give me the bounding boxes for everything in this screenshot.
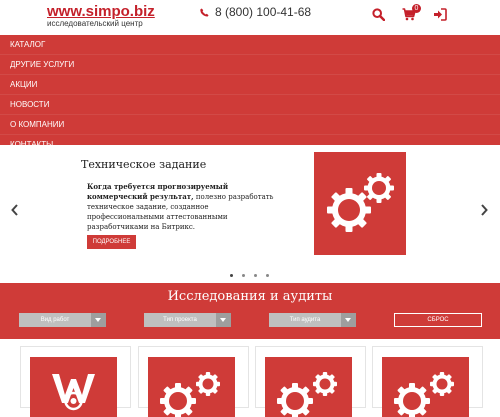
research-section: Исследования и аудиты Вид работ Тип прое… <box>0 283 500 339</box>
slider-dot[interactable] <box>266 274 269 277</box>
filter-label: Тип аудита <box>289 317 321 323</box>
filter-label: Тип проекта <box>163 317 197 323</box>
chevron-down-icon <box>216 313 231 327</box>
card-image <box>382 357 469 417</box>
main-nav: КАТАЛОГ ДРУГИЕ УСЛУГИ АКЦИИ НОВОСТИ О КО… <box>0 35 500 155</box>
filter-work-type-select[interactable]: Вид работ <box>19 313 106 327</box>
chevron-down-icon <box>341 313 356 327</box>
nav-item-catalog[interactable]: КАТАЛОГ <box>0 35 500 55</box>
site-header: www.simpo.biz исследовательский центр 8 … <box>0 0 500 34</box>
more-button[interactable]: ПОДРОБНЕЕ <box>87 235 136 249</box>
slide-title: Техническое задание <box>81 158 207 171</box>
gears-icon <box>277 372 337 417</box>
cart-button[interactable]: 0 <box>402 4 421 21</box>
logo-subtitle: исследовательский центр <box>47 19 143 28</box>
slider-dot[interactable] <box>242 274 245 277</box>
slider-dot[interactable] <box>230 274 233 277</box>
chevron-down-icon <box>91 313 106 327</box>
product-card[interactable] <box>372 346 483 417</box>
card-image <box>148 357 235 417</box>
phone-icon <box>200 8 209 17</box>
phone-block[interactable]: 8 (800) 100-41-68 <box>200 5 311 19</box>
research-title: Исследования и аудиты <box>167 289 333 304</box>
product-card[interactable] <box>138 346 249 417</box>
card-image <box>30 357 117 417</box>
gears-icon <box>327 173 394 232</box>
slider-dot[interactable] <box>254 274 257 277</box>
filter-audit-type-select[interactable]: Тип аудита <box>269 313 356 327</box>
slide-description: Когда требуется прогнозируемый коммерчес… <box>87 182 287 232</box>
slide-image <box>314 152 406 255</box>
cart-count-badge: 0 <box>412 4 421 13</box>
product-card[interactable] <box>255 346 366 417</box>
slider-prev-arrow[interactable] <box>9 202 21 218</box>
gears-icon <box>160 372 220 417</box>
filter-label: Вид работ <box>40 317 70 323</box>
gears-icon <box>394 372 454 417</box>
slider-next-arrow[interactable] <box>478 202 490 218</box>
product-card[interactable] <box>20 346 131 417</box>
login-icon[interactable] <box>433 8 447 21</box>
filter-project-type-select[interactable]: Тип проекта <box>144 313 231 327</box>
logo-title[interactable]: www.simpo.biz <box>47 4 155 19</box>
hero-slider: Техническое задание Когда требуется прог… <box>0 146 500 282</box>
brand-logo-icon <box>52 374 95 411</box>
search-icon[interactable] <box>372 8 385 21</box>
card-image <box>265 357 352 417</box>
nav-item-promotions[interactable]: АКЦИИ <box>0 75 500 95</box>
nav-item-about[interactable]: О КОМПАНИИ <box>0 115 500 135</box>
phone-number[interactable]: 8 (800) 100-41-68 <box>215 5 311 19</box>
site-logo[interactable]: www.simpo.biz исследовательский центр <box>47 4 155 29</box>
nav-item-other-services[interactable]: ДРУГИЕ УСЛУГИ <box>0 55 500 75</box>
reset-button[interactable]: СБРОС <box>394 313 482 327</box>
nav-item-news[interactable]: НОВОСТИ <box>0 95 500 115</box>
